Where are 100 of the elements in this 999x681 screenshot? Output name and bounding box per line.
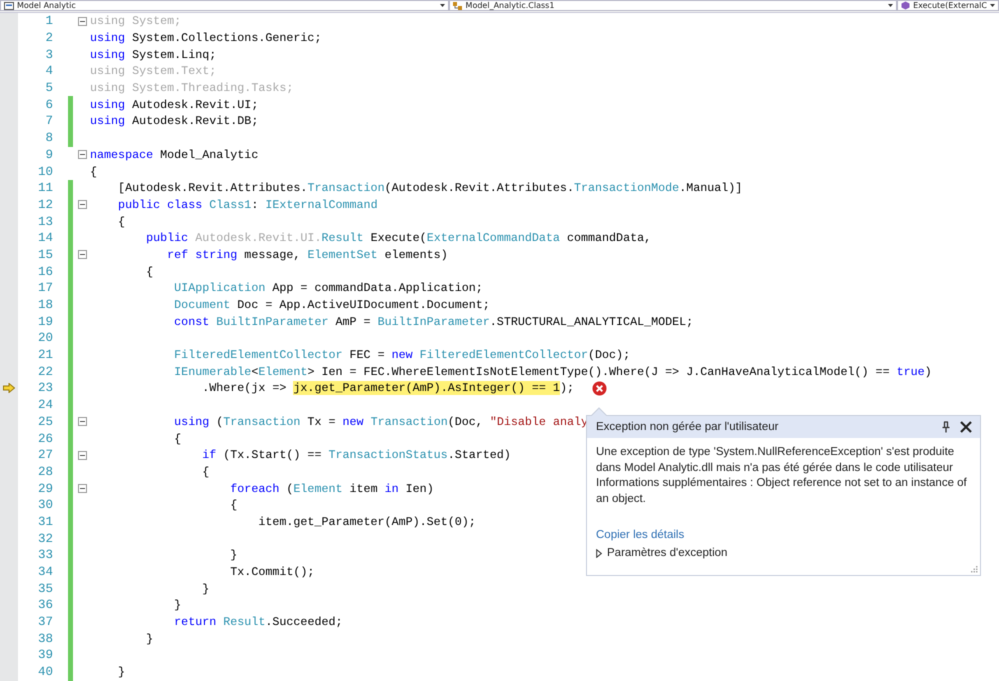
line-number: 18 [36, 298, 53, 312]
navigation-dropdown[interactable]: Model_Analytic.Class1 [448, 0, 898, 11]
line-number: 23 [36, 381, 53, 396]
line-number: 4 [44, 64, 53, 78]
code-text: ); [560, 381, 574, 396]
code-text: Ien) [404, 482, 434, 496]
code-text: : [251, 198, 260, 212]
line-number: 39 [36, 648, 53, 662]
line-number: 14 [36, 231, 53, 246]
code-text: } [117, 665, 126, 680]
string-literal: "Disable analy [490, 414, 588, 429]
code-text: System.Linq; [131, 48, 216, 62]
resize-grip-icon[interactable] [971, 566, 978, 573]
code-text: ( [215, 414, 224, 429]
collapse-icon[interactable] [78, 200, 86, 210]
line-number: 8 [44, 131, 53, 146]
line-number: 5 [44, 81, 53, 96]
line-number: 12 [36, 198, 53, 212]
code-text: FEC = [348, 348, 386, 362]
code-text: item [348, 482, 379, 496]
line-number: 35 [36, 582, 53, 596]
copy-details-link[interactable]: Copier les détails [596, 529, 684, 541]
type-name: Transaction [223, 414, 300, 429]
keyword: using [90, 114, 126, 128]
type-name: FilteredElementCollector [173, 348, 342, 362]
type-name: TransactionMode [574, 181, 680, 196]
keyword: using [90, 31, 126, 46]
code-text: { [90, 164, 98, 179]
code-text: } [229, 548, 238, 562]
collapse-icon[interactable] [78, 250, 86, 260]
type-name: Result [223, 615, 266, 630]
line-number: 7 [44, 114, 53, 128]
line-number: 21 [36, 348, 53, 362]
keyword: using [173, 414, 210, 429]
keyword: ref string [166, 248, 238, 262]
line-number: 22 [36, 364, 53, 379]
line-number: 20 [36, 331, 53, 346]
code-text: { [229, 498, 238, 512]
line-number: 19 [36, 314, 53, 329]
code-text: > Ien = FEC.WhereElementIsNotElementType().Where(J => J.CanHaveAnalyticalModel() == [307, 364, 891, 379]
type-name: Transaction [307, 181, 385, 196]
line-number: 24 [36, 398, 53, 412]
expand-triangle-icon [596, 548, 602, 558]
pin-icon[interactable] [942, 421, 950, 433]
line-number: 17 [36, 281, 53, 296]
type-name: ElementSet [307, 248, 378, 262]
type-name: BuiltInParameter [216, 314, 328, 329]
caret-icon [990, 4, 995, 7]
code-text: elements) [384, 248, 448, 262]
code-text: [Autodesk.Revit.Attributes. [117, 181, 308, 196]
collapse-icon[interactable] [78, 417, 86, 426]
code-text: ) [924, 364, 932, 379]
type-name: TransactionStatus [328, 448, 448, 462]
type-name: UIApplication [173, 281, 266, 296]
keyword: in [384, 482, 399, 496]
code-text: } [145, 632, 154, 646]
type-name: Document [173, 298, 230, 312]
keyword: using [90, 48, 126, 62]
collapse-icon[interactable] [78, 150, 86, 160]
code-text: System.Collections.Generic; [131, 31, 322, 46]
keyword: if [201, 448, 216, 462]
line-number: 13 [36, 214, 53, 229]
line-number: 26 [36, 432, 53, 446]
caret-icon [888, 4, 894, 7]
close-icon[interactable] [960, 421, 972, 433]
exception-settings-expander[interactable]: Paramètres d'exception [596, 547, 971, 559]
type-name: IEnumerable [173, 364, 252, 379]
unused-code: using System; [90, 14, 182, 28]
code-text: { [117, 214, 126, 229]
method-icon [901, 1, 910, 10]
keyword: new [342, 414, 365, 429]
line-number: 33 [36, 548, 53, 562]
line-number: 29 [36, 482, 53, 496]
popup-title: Exception non gérée par l'utilisateur [596, 421, 780, 433]
dropdown-label: Model_Analytic.Class1 [466, 0, 556, 10]
line-number: 34 [36, 565, 53, 580]
keyword: new [392, 348, 414, 362]
line-number: 3 [44, 48, 53, 62]
collapse-icon[interactable] [78, 484, 86, 494]
code-text: .Where(jx => [201, 381, 288, 396]
collapse-icon[interactable] [78, 16, 86, 26]
navigation-dropdown[interactable]: Model Analytic [0, 0, 449, 11]
navigation-dropdown[interactable]: Execute(ExternalC [897, 0, 999, 11]
code-text: (Tx.Start() == [222, 448, 322, 462]
keyword: return [173, 615, 218, 630]
line-number: 9 [44, 148, 53, 162]
line-number: 37 [36, 615, 53, 630]
code-text: commandData, [566, 231, 652, 246]
code-text: Doc = App.ActiveUIDocument.Document; [236, 298, 490, 312]
collapse-icon[interactable] [78, 450, 86, 460]
line-number: 11 [36, 181, 53, 196]
code-text: item.get_Parameter(AmP).Set(0); [257, 514, 476, 529]
code-text: (Doc, [448, 414, 484, 429]
dropdown-label: Model Analytic [17, 0, 77, 10]
line-number: 38 [36, 632, 53, 646]
code-text: Execute( [370, 231, 427, 246]
code-text: { [201, 464, 210, 479]
type-name: Element [293, 482, 343, 496]
keyword: public class [117, 198, 204, 212]
code-text: } [173, 598, 182, 612]
